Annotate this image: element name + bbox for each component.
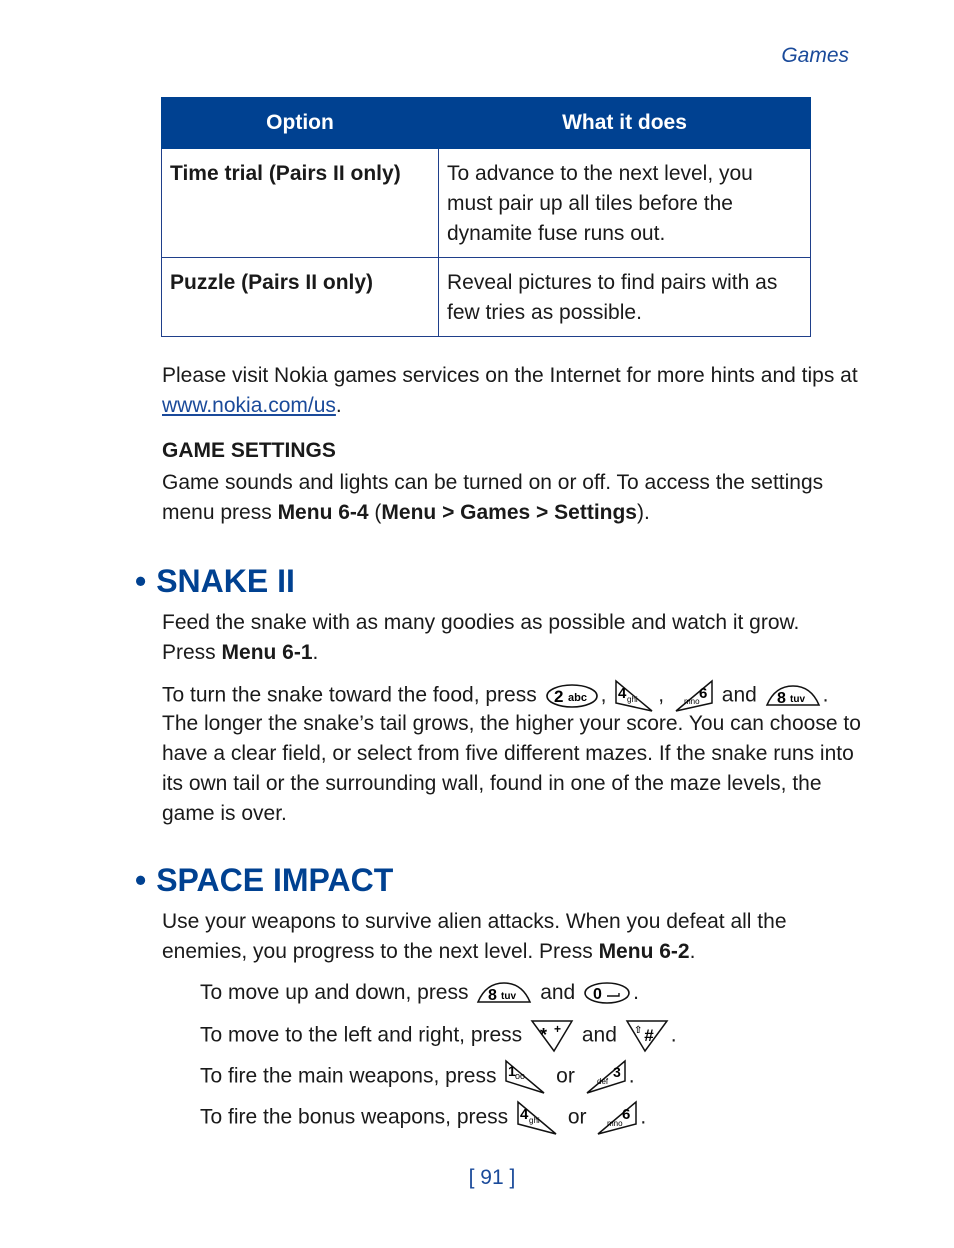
snake-title: • SNAKE II [135,563,295,599]
table-row: Puzzle (Pairs II only) Reveal pictures t… [161,257,811,337]
svg-text:ghi: ghi [529,1116,540,1125]
game-settings-section: GAME SETTINGS Game sounds and lights can… [162,436,862,528]
svg-text:ghi: ghi [627,695,638,704]
svg-text:mno: mno [684,697,700,706]
key-2-icon: 2 abc [545,683,599,709]
svg-text:6: 6 [699,685,707,702]
snake-body: The longer the snake’s tail grows, the h… [162,712,861,825]
snake-intro: Feed the snake with as many goodies as p… [162,611,800,664]
key-3-icon: 3 def [583,1059,627,1095]
svg-text:8: 8 [777,690,786,707]
svg-text:2: 2 [554,687,563,706]
option-cell: Time trial (Pairs II only) [161,148,439,258]
key-1-icon: 1 oo [504,1059,548,1095]
svg-text:8: 8 [488,987,497,1004]
key-4-icon: 4 ghi [614,679,656,713]
instruction-main-weapons: To fire the main weapons, press 1 oo or 3… [200,1059,635,1095]
key-4-icon: 4 ghi [516,1100,560,1136]
visit-paragraph: Please visit Nokia games services on the… [162,364,858,417]
header-what-it-does: What it does [438,97,811,149]
game-settings-heading: GAME SETTINGS [162,439,336,462]
table-header-row: Option What it does [161,97,811,149]
svg-text:4: 4 [520,1106,529,1123]
key-6-icon: 6 mno [594,1100,638,1136]
svg-text:tuv: tuv [790,694,805,705]
snake-controls: To turn the snake toward the food, press… [162,679,862,713]
page-number: [ 91 ] [468,1166,516,1189]
header-option: Option [161,97,439,149]
bullet-icon: • [135,862,147,898]
key-8-icon: 8 tuv [765,683,821,709]
key-6-icon: 6 mno [672,679,714,713]
options-table: Option What it does Time trial (Pairs II… [161,97,811,337]
svg-text:3: 3 [613,1064,621,1080]
instruction-move-left-right: To move to the left and right, press * + … [200,1019,677,1053]
key-hash-icon: ⇧ # [625,1019,669,1053]
svg-text:+: + [554,1022,561,1036]
description-cell: Reveal pictures to find pairs with as fe… [438,257,811,337]
svg-text:oo: oo [515,1071,525,1081]
svg-text:abc: abc [568,692,587,704]
svg-text:mno: mno [607,1119,623,1128]
svg-text:4: 4 [618,685,627,702]
key-star-icon: * + [530,1019,574,1053]
table-row: Time trial (Pairs II only) To advance to… [161,148,811,258]
instruction-bonus-weapons: To fire the bonus weapons, press 4 ghi or… [200,1100,646,1136]
bullet-icon: • [135,563,147,599]
svg-text:*: * [540,1025,547,1045]
svg-text:#: # [644,1026,654,1045]
game-settings-text: Game sounds and lights can be turned on … [162,471,824,524]
svg-text:0: 0 [593,986,602,1003]
nokia-link[interactable]: www.nokia.com/us [162,394,336,417]
description-cell: To advance to the next level, you must p… [438,148,811,258]
svg-text:def: def [597,1077,609,1086]
space-impact-title: • SPACE IMPACT [135,862,394,898]
running-head: Games [781,44,849,67]
option-cell: Puzzle (Pairs II only) [161,257,439,337]
svg-text:⇧: ⇧ [634,1025,642,1036]
svg-text:tuv: tuv [501,991,516,1002]
instruction-move-up-down: To move up and down, press 8 tuv and 0 . [200,980,639,1006]
key-0-icon: 0 [583,980,631,1006]
svg-text:6: 6 [622,1106,630,1123]
space-impact-intro: Use your weapons to survive alien attack… [162,910,787,963]
key-8-icon: 8 tuv [476,980,532,1006]
